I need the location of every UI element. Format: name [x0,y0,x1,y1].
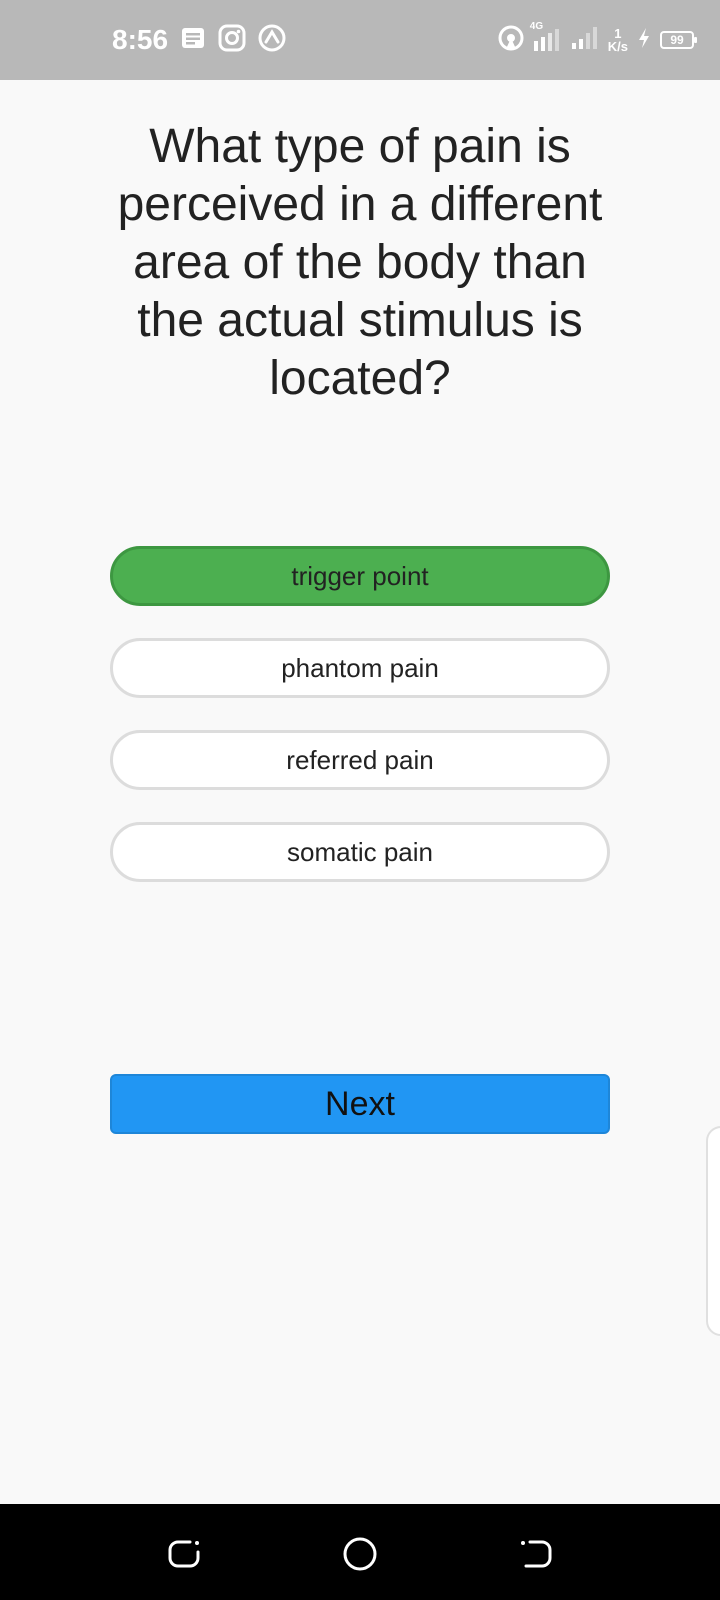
network-type-label: 4G [529,21,544,32]
app-icon [258,24,286,57]
next-button-label: Next [325,1084,395,1123]
navigation-bar [0,1504,720,1600]
question-text: What type of pain is perceived in a diff… [117,120,603,405]
option-label: referred pain [286,744,434,775]
charging-icon [636,26,652,55]
option-phantom-pain[interactable]: phantom pain [110,638,610,698]
quiz-screen: 8:56 4G 1 K/s 99 What type of pain is pe… [0,0,720,1600]
back-icon[interactable] [516,1534,556,1574]
network-speed: 1 K/s [608,27,628,53]
option-label: trigger point [291,560,429,591]
option-referred-pain[interactable]: referred pain [110,730,610,790]
signal-icon-2 [570,25,600,56]
status-bar: 8:56 4G 1 K/s 99 [0,0,720,80]
status-left: 8:56 [112,22,286,58]
option-trigger-point[interactable]: trigger point [110,546,610,606]
option-label: phantom pain [281,652,439,683]
status-right: 4G 1 K/s 99 [498,20,697,60]
clock: 8:56 [112,24,169,55]
network-speed-unit: K/s [607,39,628,54]
instagram-icon [218,24,246,57]
next-button[interactable]: Next [110,1074,610,1134]
battery-level: 99 [670,33,684,47]
edge-panel-handle[interactable] [706,1126,720,1336]
home-icon[interactable] [340,1534,380,1574]
hotspot-icon [498,25,524,56]
battery-indicator: 99 [660,31,697,49]
notes-icon [180,26,206,55]
option-somatic-pain[interactable]: somatic pain [110,822,610,882]
recent-apps-icon[interactable] [164,1534,204,1574]
signal-icon: 4G [530,21,562,53]
option-label: somatic pain [287,836,433,867]
